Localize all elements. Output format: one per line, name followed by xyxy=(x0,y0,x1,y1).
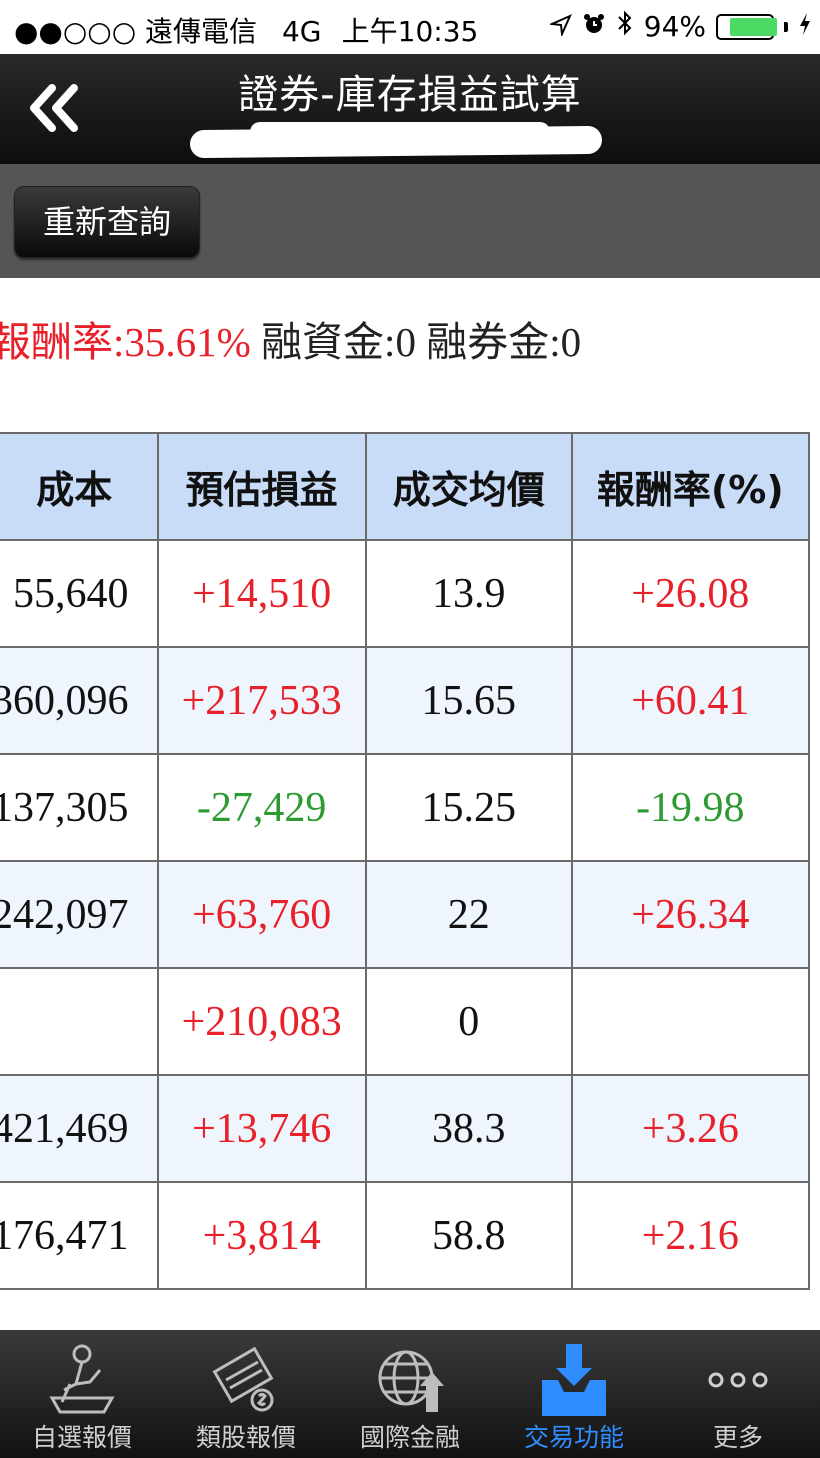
header-avg-price: 成交均價 xyxy=(364,432,573,541)
cell-cost: 242,097 xyxy=(0,860,159,969)
table-row[interactable]: +210,083 0 xyxy=(0,967,811,1076)
requery-button[interactable]: 重新查詢 xyxy=(14,186,200,258)
cell-return-pct: -19.98 xyxy=(570,753,811,862)
cell-return-pct: +2.16 xyxy=(570,1181,811,1290)
cell-pnl: +14,510 xyxy=(156,539,367,648)
table-row[interactable]: 421,469 +13,746 38.3 +3.26 xyxy=(0,1074,811,1183)
redacted-account-strip xyxy=(189,125,603,159)
cell-cost: 176,471 xyxy=(0,1181,159,1290)
battery-cap xyxy=(784,21,788,32)
tab-label: 更多 xyxy=(712,1423,763,1452)
tab-bar: 自選報價 類股報價 國際金融 交易功能 更多 xyxy=(0,1330,820,1458)
header-estimated-pnl: 預估損益 xyxy=(156,432,367,541)
battery-fill xyxy=(730,17,777,36)
cell-cost: 421,469 xyxy=(0,1074,159,1183)
cell-return-pct: +26.08 xyxy=(570,539,811,648)
table-row[interactable]: 137,305 -27,429 15.25 -19.98 xyxy=(0,753,811,862)
cell-avg-price: 58.8 xyxy=(364,1181,573,1290)
table-row[interactable]: 360,096 +217,533 15.65 +60.41 xyxy=(0,646,811,755)
short-sale-label: 融券金: xyxy=(426,319,561,365)
cell-pnl: +13,746 xyxy=(156,1074,367,1183)
tab-label: 交易功能 xyxy=(523,1423,624,1452)
tab-label: 自選報價 xyxy=(31,1423,132,1452)
tab-label: 國際金融 xyxy=(359,1423,460,1452)
cell-avg-price: 15.25 xyxy=(364,753,573,862)
toolbar: 重新查詢 xyxy=(0,164,820,278)
status-right: 94% xyxy=(540,10,812,43)
cell-cost: 55,640 xyxy=(0,539,159,648)
globe-arrow-icon xyxy=(378,1350,444,1412)
cell-cost xyxy=(0,967,159,1076)
tab-watchlist-quotes[interactable]: 自選報價 xyxy=(0,1330,164,1458)
cell-pnl: +63,760 xyxy=(156,860,367,969)
cell-avg-price: 0 xyxy=(364,967,573,1076)
cell-pnl: +3,814 xyxy=(156,1181,367,1290)
table-row[interactable]: 242,097 +63,760 22 +26.34 xyxy=(0,860,811,969)
tab-label: 類股報價 xyxy=(195,1423,296,1452)
tab-more[interactable]: 更多 xyxy=(656,1330,820,1458)
location-arrow-icon xyxy=(547,10,572,43)
table-header-row: 成本 預估損益 成交均價 報酬率(%) xyxy=(0,432,811,541)
cell-return-pct: +60.41 xyxy=(570,646,811,755)
alarm-icon xyxy=(582,10,606,43)
pnl-table: 成本 預估損益 成交均價 報酬率(%) 55,640 +14,510 13.9 … xyxy=(0,432,811,1290)
cell-return-pct: +3.26 xyxy=(570,1074,811,1183)
cell-cost: 137,305 xyxy=(0,753,159,862)
person-at-desk-icon xyxy=(49,1344,115,1414)
cell-cost: 360,096 xyxy=(0,646,159,755)
charging-bolt-icon xyxy=(798,10,812,43)
nav-bar: 證券-庫存損益試算 xyxy=(0,54,820,164)
battery-percent: 94% xyxy=(643,10,706,43)
cell-avg-price: 38.3 xyxy=(364,1074,573,1183)
cell-avg-price: 22 xyxy=(364,860,573,969)
tab-international-finance[interactable]: 國際金融 xyxy=(328,1330,492,1458)
short-sale-value: 0 xyxy=(560,319,582,365)
bluetooth-icon xyxy=(616,10,634,43)
page-title: 證券-庫存損益試算 xyxy=(238,72,582,118)
tab-sector-quotes[interactable]: 類股報價 xyxy=(164,1330,328,1458)
status-bar: ●●○○○ 遠傳電信 4G 上午10:35 94% xyxy=(0,0,820,54)
margin-loan-label: 融資金: xyxy=(261,319,396,365)
margin-loan-value: 0 xyxy=(395,319,416,365)
cell-pnl: -27,429 xyxy=(156,753,367,862)
film-coin-icon xyxy=(212,1346,274,1412)
header-return-pct: 報酬率(%) xyxy=(570,432,811,541)
cell-return-pct xyxy=(570,967,811,1076)
tab-trading-functions[interactable]: 交易功能 xyxy=(492,1330,656,1458)
cell-return-pct: +26.34 xyxy=(570,860,811,969)
battery-icon xyxy=(716,13,777,40)
more-dots-icon xyxy=(708,1372,768,1388)
cell-avg-price: 13.9 xyxy=(364,539,573,648)
return-label: 報酬率: xyxy=(0,319,125,365)
cell-pnl: +210,083 xyxy=(156,967,367,1076)
cell-pnl: +217,533 xyxy=(156,646,367,755)
header-cost: 成本 xyxy=(0,432,159,541)
cell-avg-price: 15.65 xyxy=(364,646,573,755)
return-value: 35.61% xyxy=(124,319,251,365)
download-tray-icon xyxy=(542,1344,606,1416)
summary-line: 報酬率:35.61% 融資金:0 融券金:0 xyxy=(0,308,581,368)
table-row[interactable]: 55,640 +14,510 13.9 +26.08 xyxy=(0,539,811,648)
table-row[interactable]: 176,471 +3,814 58.8 +2.16 xyxy=(0,1181,811,1290)
